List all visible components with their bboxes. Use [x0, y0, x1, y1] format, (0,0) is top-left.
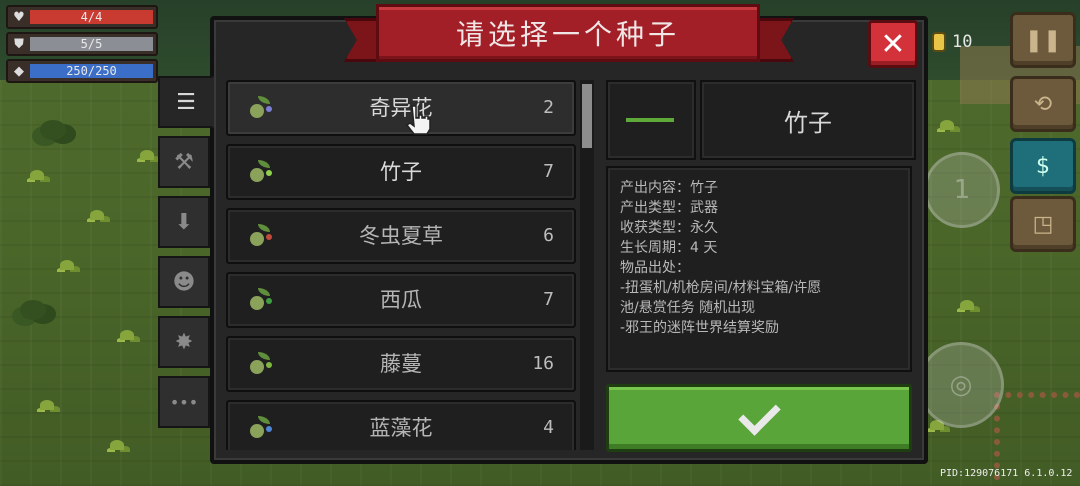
emote-icon: ◳	[1032, 211, 1054, 237]
seed-count: 4	[543, 417, 554, 438]
skill-joystick[interactable]: 1	[924, 152, 1000, 228]
tab-list[interactable]: ☰	[158, 76, 214, 128]
grass-tuft	[110, 440, 124, 450]
grass-tuft	[120, 330, 134, 340]
shield-bar: 5/5	[30, 37, 153, 51]
seed-row[interactable]: 西瓜 7	[226, 272, 576, 328]
info-line: 收获类型：永久	[620, 220, 718, 236]
grass-tuft	[40, 400, 54, 410]
tab-download[interactable]: ⬇	[158, 196, 210, 248]
pause-icon: ❚❚	[1024, 27, 1062, 53]
grass-tuft	[30, 170, 44, 180]
bamboo-preview-icon	[626, 118, 674, 122]
health-bar: 4/4	[30, 10, 153, 24]
close-button[interactable]: ✕	[868, 20, 918, 68]
bush	[20, 300, 46, 320]
health-value: 4/4	[80, 10, 103, 24]
info-line: 生长周期：4 天	[620, 240, 718, 256]
shield-icon: ⛊	[14, 36, 24, 52]
cash-icon: $	[1036, 153, 1050, 179]
seed-info-panel: 产出内容：竹子 产出类型：武器 收获类型：永久 生长周期：4 天 物品出处： -…	[606, 166, 912, 372]
scrollbar-thumb[interactable]	[582, 84, 592, 148]
grass-tuft	[940, 120, 954, 130]
grass-tuft	[140, 150, 154, 160]
player-stats-hud: ♥ 4/4 ⛊ 5/5 ◆ 250/250	[6, 5, 158, 86]
burst-icon: ✸	[174, 329, 194, 355]
pointer-hand-icon	[405, 105, 431, 135]
tab-pet[interactable]: ☻	[158, 256, 210, 308]
info-line: 池/悬赏任务 随机出现	[620, 300, 756, 316]
tab-more[interactable]: •••	[158, 376, 210, 428]
seed-row[interactable]: 蓝藻花 4	[226, 400, 576, 450]
seed-name: 西瓜	[380, 288, 422, 312]
emote-button[interactable]: ◳	[1010, 196, 1076, 252]
grass-tuft	[60, 260, 74, 270]
info-line: -邪王的迷阵世界结算奖励	[620, 320, 780, 336]
skill-joystick-label: 1	[953, 175, 971, 205]
seed-name: 奇异花	[369, 96, 433, 120]
selected-seed-name-text: 竹子	[784, 108, 832, 137]
grass-tuft	[960, 300, 974, 310]
coin-icon	[932, 32, 946, 52]
energy-bar: 250/250	[30, 64, 153, 78]
list-icon: ☰	[176, 89, 196, 115]
seed-count: 7	[543, 161, 554, 182]
coin-value: 10	[952, 32, 973, 52]
pet-icon: ☻	[172, 269, 196, 295]
weapon-icon: ⚒	[174, 149, 194, 175]
more-icon: •••	[169, 392, 199, 412]
checkmark-icon	[737, 392, 781, 436]
seed-name: 蓝藻花	[369, 416, 433, 440]
swap-icon: ⟲	[1033, 91, 1053, 117]
crosshair-icon: ◎	[949, 370, 973, 400]
seed-name: 冬虫夏草	[359, 224, 443, 248]
info-line: 产出类型：武器	[620, 200, 718, 216]
tab-weapon[interactable]: ⚒	[158, 136, 210, 188]
grass-tuft	[90, 210, 104, 220]
tab-burst[interactable]: ✸	[158, 316, 210, 368]
shield-row: ⛊ 5/5	[6, 32, 158, 56]
dialog-title: 请选择一个种子	[455, 18, 680, 51]
seed-row[interactable]: 冬虫夏草 6	[226, 208, 576, 264]
bush	[40, 120, 66, 140]
seed-row[interactable]: 竹子 7	[226, 144, 576, 200]
attack-joystick[interactable]: ◎	[918, 342, 1004, 428]
energy-value: 250/250	[66, 64, 117, 78]
dialog-title-banner: 请选择一个种子	[376, 4, 760, 62]
build-id: PID:129076171 6.1.0.12	[940, 468, 1073, 479]
health-row: ♥ 4/4	[6, 5, 158, 29]
heart-icon: ♥	[13, 9, 25, 25]
seed-count: 2	[543, 97, 554, 118]
shield-value: 5/5	[80, 37, 103, 51]
seed-count: 16	[532, 353, 554, 374]
seed-list: 奇异花 2 竹子 7 冬虫夏草 6 西瓜 7 藤蔓 16 蓝藻花 4	[226, 80, 576, 450]
seed-preview	[606, 80, 696, 160]
category-tabs: ☰ ⚒ ⬇ ☻ ✸ •••	[158, 76, 214, 436]
info-line: 产出内容：竹子	[620, 180, 718, 196]
confirm-button[interactable]	[606, 384, 912, 452]
seed-count: 6	[543, 225, 554, 246]
shop-button[interactable]: $	[1010, 138, 1076, 194]
info-line: 物品出处：	[620, 260, 690, 276]
seed-count: 7	[543, 289, 554, 310]
coin-counter: 10	[932, 32, 972, 52]
info-line: -扭蛋机/机枪房间/材料宝箱/许愿	[620, 280, 822, 296]
seed-name: 藤蔓	[380, 352, 422, 376]
energy-row: ◆ 250/250	[6, 59, 158, 83]
seed-name: 竹子	[380, 160, 422, 184]
seed-row[interactable]: 藤蔓 16	[226, 336, 576, 392]
down-arrow-icon: ⬇	[174, 209, 194, 235]
selected-seed-name: 竹子	[700, 80, 916, 160]
close-icon: ✕	[880, 26, 906, 62]
seed-row[interactable]: 奇异花 2	[226, 80, 576, 136]
energy-crystal-icon: ◆	[14, 63, 24, 79]
pause-button[interactable]: ❚❚	[1010, 12, 1076, 68]
swap-weapon-button[interactable]: ⟲	[1010, 76, 1076, 132]
